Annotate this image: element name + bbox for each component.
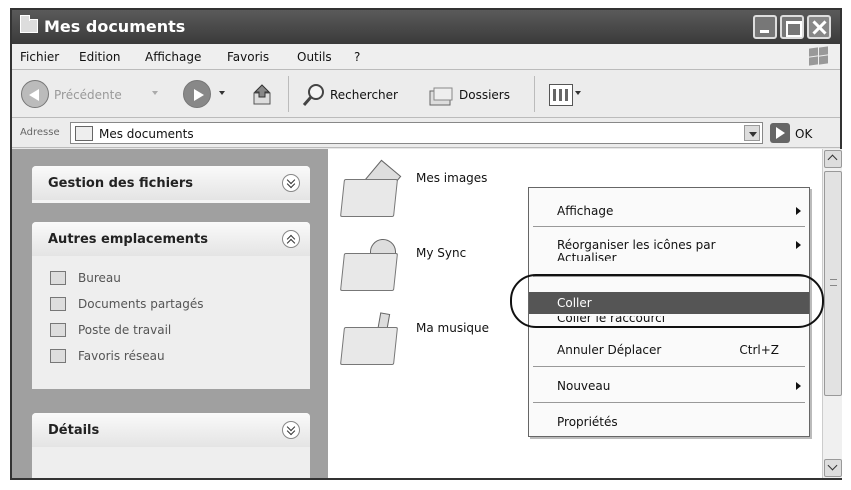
folders-button-label[interactable]: Dossiers [459, 88, 510, 102]
window-title: Mes documents [44, 17, 186, 36]
title-bar[interactable]: Mes documents [12, 10, 840, 44]
folder-my-music-icon[interactable] [340, 309, 402, 367]
address-input[interactable]: Mes documents [70, 122, 763, 144]
folder-icon [50, 297, 66, 311]
search-icon[interactable] [302, 83, 326, 107]
address-value[interactable]: Mes documents [99, 127, 194, 141]
menu-bar: Fichier Edition Affichage Favoris Outils… [12, 44, 840, 70]
forward-dropdown-icon[interactable] [219, 91, 225, 95]
menu-item-label: Réorganiser les icônes par [557, 238, 716, 252]
panel-header[interactable]: Détails [32, 413, 310, 447]
submenu-arrow-icon [796, 382, 801, 390]
forward-arrow-icon[interactable] [183, 80, 211, 108]
panel-body [32, 447, 310, 478]
computer-icon [50, 323, 66, 337]
place-label: Bureau [78, 271, 121, 285]
menu-separator [533, 402, 805, 403]
folder-my-pictures-icon[interactable] [340, 159, 402, 219]
menu-favoris[interactable]: Favoris [227, 50, 269, 64]
panel-title: Gestion des fichiers [48, 176, 194, 191]
scroll-down-icon[interactable] [824, 459, 842, 477]
expand-icon[interactable] [282, 174, 300, 192]
go-button-label[interactable]: OK [795, 127, 812, 141]
menu-separator [533, 366, 805, 367]
menu-item-label: Nouveau [557, 379, 611, 393]
task-pane: Gestion des fichiers Autres emplacements… [12, 149, 328, 478]
windows-logo-icon [808, 46, 830, 67]
network-icon [50, 349, 66, 363]
panel-title: Détails [48, 423, 100, 438]
vertical-scrollbar[interactable] [822, 149, 842, 478]
menu-item-new[interactable]: Nouveau [529, 375, 809, 397]
scroll-thumb[interactable] [824, 171, 842, 396]
view-icon[interactable] [549, 84, 573, 106]
menu-affichage[interactable]: Affichage [145, 50, 201, 64]
menu-fichier[interactable]: Fichier [20, 50, 59, 64]
close-button[interactable] [807, 15, 831, 39]
menu-item-properties[interactable]: Propriétés [529, 411, 809, 433]
menu-item-undo-move[interactable]: Annuler Déplacer Ctrl+Z [529, 339, 809, 361]
panel-header[interactable]: Autres emplacements [32, 222, 310, 256]
place-label: Documents partagés [78, 297, 204, 311]
menu-edition[interactable]: Edition [79, 50, 121, 64]
panel-other-places: Autres emplacements Bureau Documents par… [32, 222, 310, 389]
panel-file-tasks: Gestion des fichiers [32, 166, 310, 203]
view-dropdown-icon[interactable] [575, 91, 581, 95]
desktop-icon [50, 271, 66, 285]
scroll-up-icon[interactable] [824, 150, 842, 168]
folder-icon [75, 126, 93, 141]
annotation-ellipse [510, 274, 824, 328]
menu-separator [533, 226, 805, 227]
panel-title: Autres emplacements [48, 232, 209, 247]
address-label: Adresse [20, 127, 60, 138]
panel-body: Bureau Documents partagés Poste de trava… [32, 256, 310, 389]
panel-header[interactable]: Gestion des fichiers [32, 166, 310, 200]
folder-label[interactable]: My Sync [416, 246, 466, 260]
folder-my-sync-icon[interactable] [340, 233, 402, 293]
place-label: Favoris réseau [78, 349, 165, 363]
menu-help[interactable]: ? [354, 50, 360, 64]
search-button-label[interactable]: Rechercher [330, 88, 398, 102]
expand-icon[interactable] [282, 421, 300, 439]
maximize-button[interactable] [780, 15, 804, 39]
menu-item-affichage[interactable]: Affichage [529, 200, 809, 222]
menu-item-label: Annuler Déplacer [557, 343, 662, 357]
back-button-label[interactable]: Précédente [54, 88, 122, 102]
back-dropdown-icon[interactable] [152, 91, 158, 95]
back-arrow-icon[interactable] [21, 80, 49, 108]
go-arrow-icon[interactable] [770, 123, 790, 143]
collapse-icon[interactable] [282, 230, 300, 248]
address-dropdown-button[interactable] [744, 125, 760, 141]
menu-outils[interactable]: Outils [297, 50, 332, 64]
toolbar-separator [288, 76, 289, 112]
minimize-button[interactable] [753, 15, 777, 39]
menu-item-label: Actualiser [557, 251, 617, 261]
menu-item-label: Affichage [557, 204, 614, 218]
folder-icon [20, 15, 38, 33]
submenu-arrow-icon [796, 241, 801, 249]
address-bar: Adresse Mes documents OK [12, 118, 840, 148]
toolbar-separator [534, 76, 535, 112]
shortcut-label: Ctrl+Z [739, 343, 779, 357]
menu-item-label: Propriétés [557, 415, 618, 429]
submenu-arrow-icon [796, 207, 801, 215]
folders-icon[interactable] [428, 86, 454, 106]
folder-up-icon[interactable] [252, 84, 274, 106]
panel-details: Détails [32, 413, 310, 478]
place-label: Poste de travail [78, 323, 172, 337]
menu-item-refresh[interactable]: Actualiser [557, 251, 617, 261]
toolbar: Précédente Rechercher Dossiers [12, 70, 840, 118]
folder-label[interactable]: Ma musique [416, 321, 489, 335]
folder-label[interactable]: Mes images [416, 171, 487, 185]
